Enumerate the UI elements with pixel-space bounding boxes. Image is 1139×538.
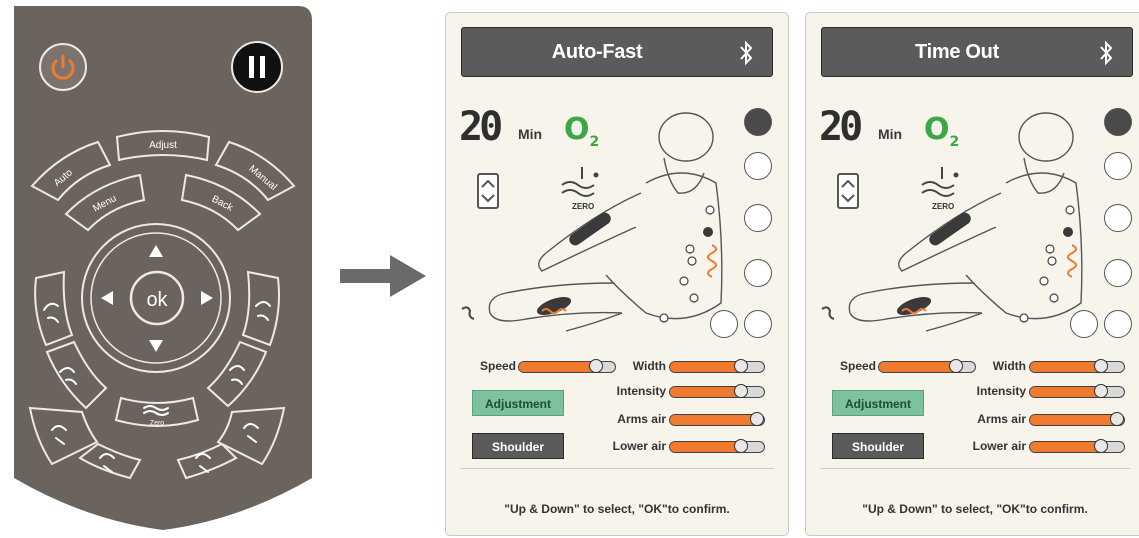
lower-air-slider[interactable] — [669, 439, 765, 453]
arm-airbag-indicator — [569, 212, 611, 246]
speed-label: Speed — [839, 359, 876, 373]
ring-button-3[interactable] — [744, 259, 772, 287]
adjust-label: Adjust — [149, 140, 177, 151]
adjustment-button[interactable]: Adjustment — [832, 390, 924, 416]
lower-air-slider[interactable] — [1029, 439, 1125, 453]
recline-right-button[interactable] — [241, 270, 280, 347]
ring-button-4[interactable] — [744, 310, 772, 338]
ring-button-2[interactable] — [744, 204, 772, 232]
pause-icon — [249, 56, 254, 78]
speed-slider[interactable] — [878, 359, 976, 373]
pause-button[interactable] — [231, 41, 283, 93]
speed-label: Speed — [479, 359, 516, 373]
width-slider[interactable] — [1029, 359, 1125, 373]
ring-button-5[interactable] — [1070, 310, 1098, 338]
arms-air-label: Arms air — [977, 412, 1026, 426]
ring-button-5[interactable] — [710, 310, 738, 338]
intensity-slider[interactable] — [669, 384, 765, 398]
width-label: Width — [992, 359, 1026, 373]
arms-air-slider[interactable] — [1029, 412, 1125, 426]
intensity-label: Intensity — [976, 384, 1026, 398]
divider — [820, 468, 1130, 469]
instruction-hint: "Up & Down" to select, "OK"to confirm. — [862, 502, 1088, 516]
remote-control: Adjust Auto Manual Menu Back ok Zero — [14, 6, 312, 530]
arm-airbag-indicator — [929, 212, 971, 246]
right-arrow-indicator — [340, 255, 426, 297]
lower-air-label: Lower air — [972, 439, 1026, 453]
shoulder-button[interactable]: Shoulder — [832, 433, 924, 459]
ring-button-1[interactable] — [1104, 152, 1132, 180]
zero-label: Zero — [150, 420, 165, 427]
power-button[interactable] — [39, 43, 87, 91]
ring-button-1[interactable] — [744, 152, 772, 180]
width-slider[interactable] — [669, 359, 765, 373]
arms-air-label: Arms air — [617, 412, 666, 426]
divider — [460, 468, 774, 469]
intensity-slider[interactable] — [1029, 384, 1125, 398]
lower-air-label: Lower air — [612, 439, 666, 453]
ok-button[interactable]: ok — [129, 270, 185, 326]
intensity-label: Intensity — [616, 384, 666, 398]
speed-slider[interactable] — [518, 359, 616, 373]
instruction-hint: "Up & Down" to select, "OK"to confirm. — [504, 502, 730, 516]
foot-roller-icon — [821, 306, 835, 320]
foot-roller-icon — [461, 306, 475, 320]
screen-panel-auto-fast: Auto-Fast 20 Min O2 ZERO Speed Width Int… — [445, 12, 789, 536]
heat-indicator — [707, 244, 717, 278]
heat-indicator — [1067, 244, 1077, 278]
mode-ring-button[interactable] — [744, 108, 772, 136]
ring-button-4[interactable] — [1104, 310, 1132, 338]
mode-ring-button[interactable] — [1104, 108, 1132, 136]
adjustment-button[interactable]: Adjustment — [472, 390, 564, 416]
shoulder-button[interactable]: Shoulder — [472, 433, 564, 459]
arms-air-slider[interactable] — [669, 412, 765, 426]
ring-button-2[interactable] — [1104, 204, 1132, 232]
body-map — [461, 112, 723, 332]
ring-button-3[interactable] — [1104, 259, 1132, 287]
width-label: Width — [632, 359, 666, 373]
screen-panel-time-out: Time Out 20 Min O2 ZERO Speed Width Inte… — [805, 12, 1139, 536]
ok-label: ok — [146, 289, 168, 311]
